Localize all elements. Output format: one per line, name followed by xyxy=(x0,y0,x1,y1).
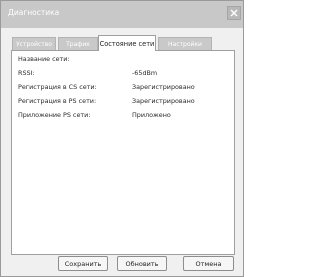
title-bar: Диагностика xyxy=(1,1,243,28)
diagnostics-window: Диагностика Устройство Трафик Состояние … xyxy=(0,0,244,277)
ps-attach-value: Приложено xyxy=(132,111,171,119)
tab-settings[interactable]: Настройки xyxy=(158,37,212,50)
tab-device[interactable]: Устройство xyxy=(12,37,56,50)
cancel-button[interactable]: Отмена xyxy=(183,256,234,271)
refresh-button[interactable]: Обновить xyxy=(117,256,167,271)
save-button[interactable]: Сохранить xyxy=(58,256,108,271)
ps-registration-label: Регистрация в PS сети: xyxy=(18,97,97,105)
network-status-panel: Название сети: RSSI: -65dBm Регистрация … xyxy=(11,50,235,255)
window-title: Диагностика xyxy=(8,8,60,17)
cs-registration-value: Зарегистрировано xyxy=(132,83,195,91)
rssi-label: RSSI: xyxy=(18,69,35,77)
tab-traffic[interactable]: Трафик xyxy=(58,37,98,50)
cs-registration-label: Регистрация в CS сети: xyxy=(18,83,97,91)
tab-network-status[interactable]: Состояние сети xyxy=(98,35,156,51)
ps-attach-label: Приложение PS сети: xyxy=(18,111,91,119)
network-name-label: Название сети: xyxy=(18,55,70,63)
close-button[interactable] xyxy=(227,6,241,20)
rssi-value: -65dBm xyxy=(132,69,158,77)
close-icon xyxy=(230,9,238,17)
dialog-content: Устройство Трафик Состояние сети Настрой… xyxy=(8,28,237,255)
ps-registration-value: Зарегистрировано xyxy=(132,97,195,105)
